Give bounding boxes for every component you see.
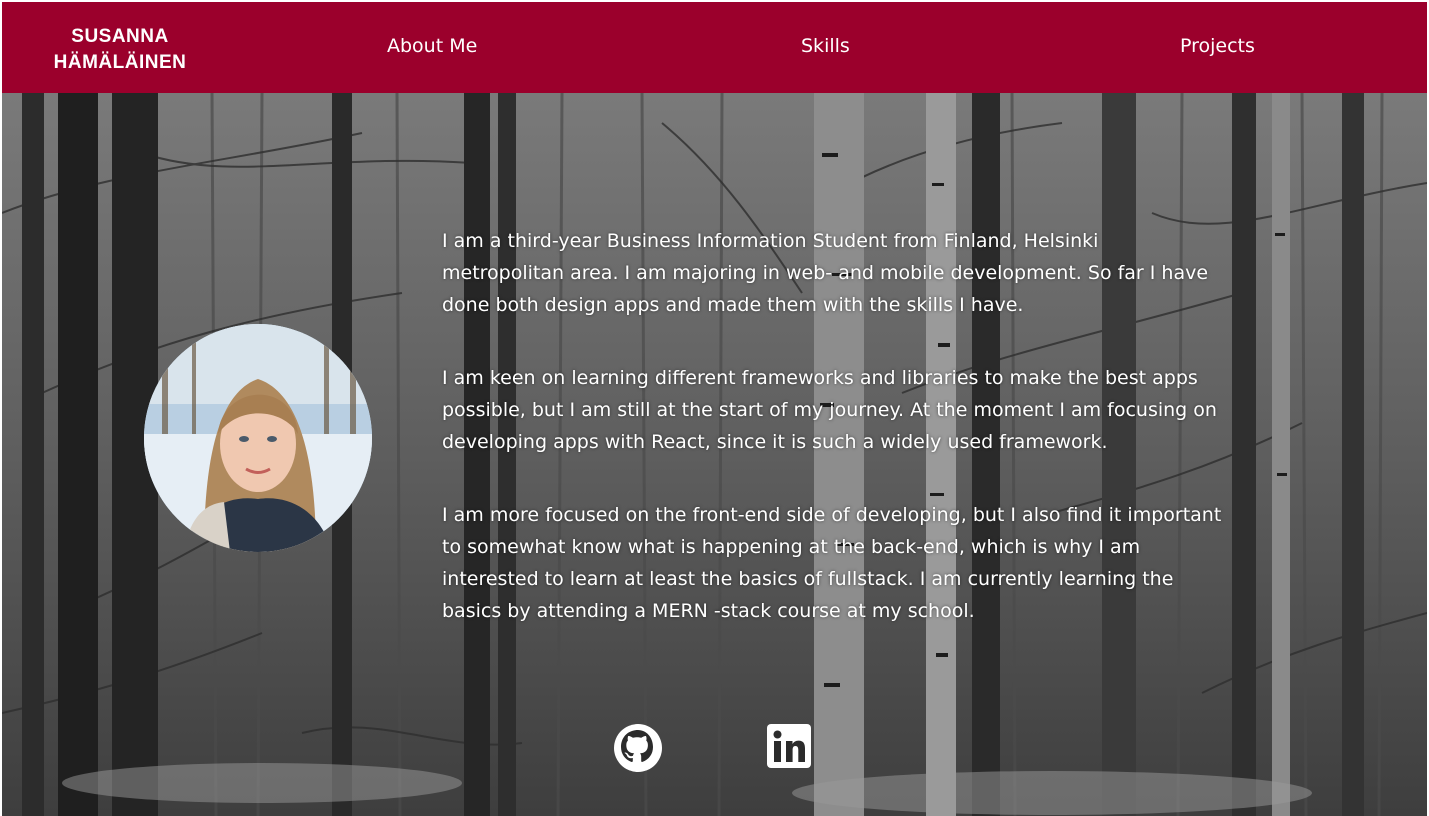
site-logo[interactable]: SUSANNA HÄMÄLÄINEN [38,24,202,76]
profile-photo [144,324,372,552]
github-icon [614,724,662,772]
github-link[interactable] [612,722,664,774]
linkedin-link[interactable] [765,722,817,774]
hero-section: I am a third-year Business Information S… [2,93,1427,816]
profile-photo-image [144,324,372,552]
logo-last-name: HÄMÄLÄINEN [53,52,187,73]
nav-link-about-me[interactable]: About Me [387,35,477,57]
about-paragraph-2: I am keen on learning different framewor… [442,367,1217,453]
logo-first-name: SUSANNA [71,26,169,47]
about-paragraph-1: I am a third-year Business Information S… [442,230,1209,316]
navbar: SUSANNA HÄMÄLÄINEN About Me Skills Proje… [2,2,1427,93]
page: SUSANNA HÄMÄLÄINEN About Me Skills Proje… [0,0,1429,816]
nav-link-skills[interactable]: Skills [801,35,850,57]
about-text: I am a third-year Business Information S… [442,225,1222,668]
linkedin-icon [767,724,811,768]
about-paragraph-3: I am more focused on the front-end side … [442,504,1222,622]
nav-link-projects[interactable]: Projects [1180,35,1255,57]
